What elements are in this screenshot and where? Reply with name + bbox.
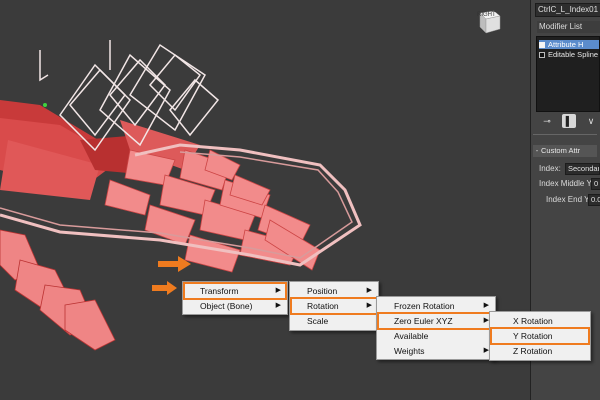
index-dropdown[interactable]: Secondar (565, 163, 600, 175)
menu-item-label: Y Rotation (513, 331, 553, 341)
arrow-icon (152, 281, 177, 295)
viewcube-label: RIGHT (477, 12, 496, 18)
menu-item-label: Zero Euler XYZ (394, 316, 453, 326)
menu-item-label: Frozen Rotation (394, 301, 455, 311)
menu-item-zero-euler-xyz[interactable]: Zero Euler XYZ ▶ (377, 312, 495, 330)
menu-item-label: Scale (307, 316, 329, 326)
stack-item-label: Editable Spline (548, 50, 599, 59)
menu-item-frozen-rotation[interactable]: Frozen Rotation ▶ (378, 298, 494, 314)
menu-item-label: Available (394, 331, 429, 341)
menu-item-position[interactable]: Position ▶ (291, 283, 377, 299)
submenu-arrow-icon: ▶ (366, 302, 372, 309)
menu-item-weights[interactable]: Weights ▶ (378, 343, 494, 359)
lightbulb-icon[interactable] (539, 42, 545, 49)
finger-bones (104, 149, 321, 273)
menu-item-label: X Rotation (513, 316, 553, 326)
pivot-point (43, 103, 47, 107)
menu-item-transform[interactable]: Transform ▶ (183, 282, 287, 300)
menu-item-available[interactable]: Available (378, 328, 494, 344)
stack-item-label: Attribute H (548, 40, 584, 49)
context-menu-level3: Frozen Rotation ▶ Zero Euler XYZ ▶ Avail… (376, 296, 496, 360)
arrow-icon (158, 256, 191, 272)
menu-item-x-rotation[interactable]: X Rotation (491, 313, 589, 329)
index-middle-y-spinner[interactable]: 0 (591, 178, 600, 190)
menu-item-label: Object (Bone) (200, 301, 253, 311)
context-menu-level4: X Rotation Y Rotation Z Rotation (489, 311, 591, 361)
index-end-y-spinner[interactable]: 0.0 (588, 194, 600, 206)
menu-item-label: Transform (200, 286, 239, 296)
thumb-bones (0, 229, 116, 351)
stack-item-attribute-holder[interactable]: Attribute H (539, 40, 599, 49)
modifier-list-dropdown[interactable]: Modifier List (537, 21, 600, 33)
show-end-result-icon[interactable]: ▌ (562, 114, 576, 128)
menu-item-label: Z Rotation (513, 346, 553, 356)
menu-item-y-rotation[interactable]: Y Rotation (490, 327, 590, 345)
menu-item-z-rotation[interactable]: Z Rotation (491, 343, 589, 359)
box-icon[interactable] (539, 52, 545, 59)
menu-item-object-bone[interactable]: Object (Bone) ▶ (184, 298, 286, 314)
index-label: Index: (539, 164, 561, 173)
menu-item-label: Rotation (307, 301, 339, 311)
3d-viewport[interactable]: RIGHT Transform ▶ Object (Bone) ▶ Positi… (0, 0, 530, 400)
submenu-arrow-icon: ▶ (275, 287, 281, 294)
submenu-arrow-icon: ▶ (366, 287, 372, 294)
panel-divider (533, 134, 597, 135)
object-name-field[interactable]: CtrlC_L_Index01 (535, 3, 600, 17)
index-middle-y-label: Index Middle Y: (539, 179, 594, 188)
rollout-title: Custom Attr (541, 146, 581, 155)
pin-stack-icon[interactable]: ⊸ (540, 114, 554, 128)
menu-item-label: Weights (394, 346, 425, 356)
menu-item-rotation[interactable]: Rotation ▶ (290, 297, 378, 315)
modifier-stack: Attribute H Editable Spline (536, 36, 600, 112)
index-end-y-label: Index End Y: (546, 195, 592, 204)
collapse-icon: - (535, 146, 539, 155)
context-menu-level1: Transform ▶ Object (Bone) ▶ (182, 281, 288, 315)
stack-item-editable-spline[interactable]: Editable Spline (539, 50, 599, 59)
make-unique-icon[interactable]: ∨ (584, 114, 598, 128)
menu-item-label: Position (307, 286, 338, 296)
submenu-arrow-icon: ▶ (275, 302, 281, 309)
context-menu-level2: Position ▶ Rotation ▶ Scale (289, 281, 379, 331)
custom-attributes-rollout[interactable]: - Custom Attr (533, 145, 597, 157)
menu-item-scale[interactable]: Scale (291, 313, 377, 329)
